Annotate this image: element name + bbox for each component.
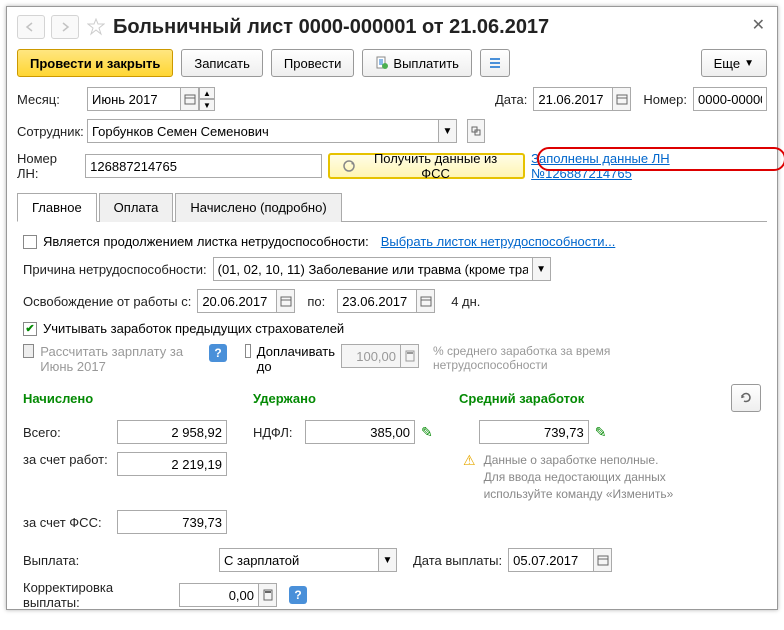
calendar-icon [184,93,196,105]
employee-input[interactable] [87,119,439,143]
correction-input[interactable] [179,583,259,607]
release-from-calendar-button[interactable] [277,289,295,313]
correction-help-button[interactable]: ? [289,586,307,604]
arrow-left-icon [25,22,37,32]
payout-date-label: Дата выплаты: [413,553,502,568]
help-button[interactable]: ? [209,344,227,362]
pay-extra-input [341,344,401,368]
payout-date-calendar-button[interactable] [594,548,612,572]
favorite-star-icon[interactable] [85,16,107,38]
nav-back-button[interactable] [17,15,45,39]
employee-dropdown-button[interactable]: ▼ [439,119,457,143]
get-fss-data-button[interactable]: Получить данные из ФСС [328,153,525,179]
ln-label: Номер ЛН: [17,151,79,181]
employee-label: Сотрудник: [17,124,81,139]
arrow-right-icon [59,22,71,32]
submit-and-close-button[interactable]: Провести и закрыть [17,49,173,77]
total-label: Всего: [23,425,111,440]
date-input[interactable] [533,87,613,111]
pick-sheet-link[interactable]: Выбрать листок нетрудоспособности... [381,234,616,249]
employee-open-button[interactable] [467,119,485,143]
tab-main[interactable]: Главное [17,193,97,222]
total-input[interactable] [117,420,227,444]
payout-label: Выплата: [23,553,213,568]
payout-dropdown-button[interactable]: ▼ [379,548,397,572]
reason-label: Причина нетрудоспособности: [23,262,207,277]
release-to-input[interactable] [337,289,417,313]
reason-dropdown-button[interactable]: ▼ [533,257,551,281]
ln-number-input[interactable] [85,154,322,178]
window-title: Больничный лист 0000-000001 от 21.06.201… [113,16,767,39]
submit-button[interactable]: Провести [271,49,355,77]
accrued-header: Начислено [23,391,247,406]
month-input[interactable] [87,87,181,111]
continuation-checkbox[interactable]: Является продолжением листка нетрудоспос… [23,234,369,249]
document-icon [375,56,389,70]
date-calendar-button[interactable] [613,87,631,111]
month-up-button[interactable]: ▲ [199,87,215,99]
month-calendar-button[interactable] [181,87,199,111]
payout-input[interactable] [219,548,379,572]
calendar-icon [420,295,432,307]
calculator-icon [405,350,415,362]
avg-header: Средний заработок [459,391,639,406]
fss-cost-label: за счет ФСС: [23,515,111,530]
reason-input[interactable] [213,257,533,281]
fss-cost-input[interactable] [117,510,227,534]
more-button[interactable]: Еще ▼ [701,49,767,77]
close-button[interactable]: ✕ [752,15,765,35]
month-down-button[interactable]: ▼ [199,99,215,111]
refresh-icon [342,159,356,173]
nav-forward-button[interactable] [51,15,79,39]
number-label: Номер: [643,92,687,107]
calendar-icon [616,93,628,105]
release-from-input[interactable] [197,289,277,313]
calendar-icon [597,554,609,566]
calc-salary-checkbox: Рассчитать зарплату за Июнь 2017 [23,344,203,374]
employer-label: за счет работ: [23,452,111,467]
refresh-icon [739,391,753,405]
withheld-header: Удержано [253,391,453,406]
pay-extra-checkbox[interactable]: Доплачивать до [245,344,335,374]
avg-input[interactable] [479,420,589,444]
warning-text: Данные о заработке неполные. Для ввода н… [484,452,674,502]
ndfl-label: НДФЛ: [253,425,299,440]
pct-text: % среднего заработка за время нетрудоспо… [433,344,643,372]
release-from-label: Освобождение от работы с: [23,294,191,309]
calendar-icon [280,295,292,307]
calculator-icon [263,589,273,601]
ln-data-link[interactable]: Заполнены данные ЛН №126887214765 [531,151,767,181]
correction-label: Корректировка выплаты: [23,580,173,610]
tab-detailed[interactable]: Начислено (подробно) [175,193,341,222]
avg-edit-button[interactable]: ✎ [595,424,607,441]
consider-prev-checkbox[interactable]: ✔ Учитывать заработок предыдущих страхов… [23,321,344,336]
employer-input[interactable] [117,452,227,476]
correction-calc-button[interactable] [259,583,277,607]
list-icon [488,56,502,70]
month-label: Месяц: [17,92,81,107]
to-label: по: [307,294,325,309]
save-button[interactable]: Записать [181,49,263,77]
payout-date-input[interactable] [508,548,594,572]
pay-button[interactable]: Выплатить [362,49,472,77]
open-icon [471,126,481,136]
date-label: Дата: [495,92,527,107]
warning-icon: ⚠ [463,452,476,469]
list-button[interactable] [480,49,510,77]
tab-payment[interactable]: Оплата [99,193,174,222]
ndfl-edit-button[interactable]: ✎ [421,424,433,441]
refresh-button[interactable] [731,384,761,412]
release-to-calendar-button[interactable] [417,289,435,313]
ndfl-input[interactable] [305,420,415,444]
days-text: 4 дн. [451,294,480,309]
pay-extra-calc-button [401,344,419,368]
number-input[interactable] [693,87,767,111]
